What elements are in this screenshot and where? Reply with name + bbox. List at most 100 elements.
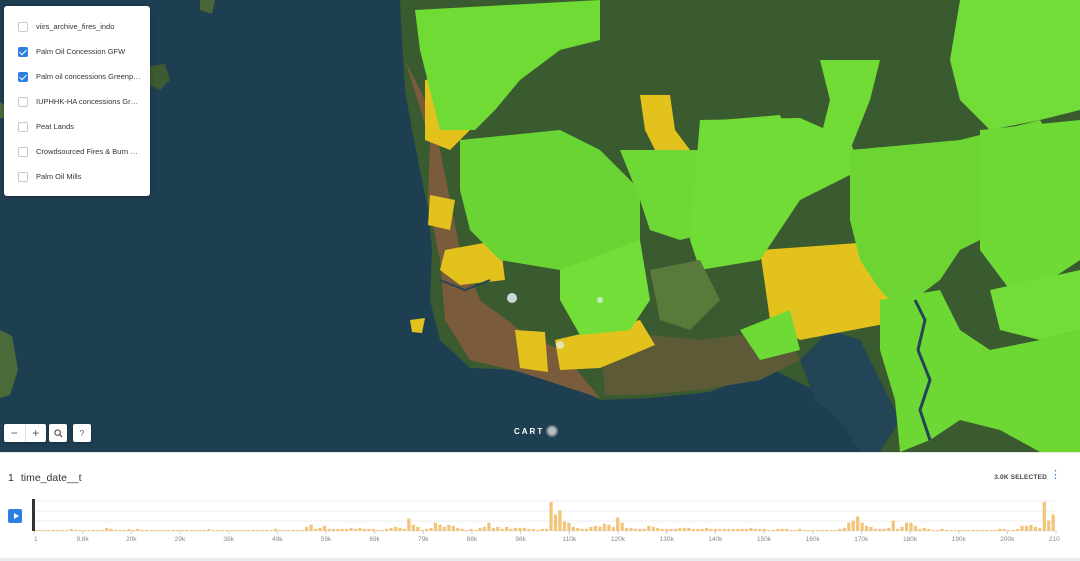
histogram-bar[interactable] xyxy=(887,527,891,531)
histogram-bar[interactable] xyxy=(816,529,820,531)
histogram-bar[interactable] xyxy=(944,529,949,531)
histogram-bar[interactable] xyxy=(967,529,971,531)
histogram-bar[interactable] xyxy=(1011,529,1015,531)
histogram-bar[interactable] xyxy=(136,528,140,531)
histogram-bar[interactable] xyxy=(762,528,766,531)
histogram-bar[interactable] xyxy=(256,529,260,531)
histogram-bar[interactable] xyxy=(411,524,415,531)
histogram-bar[interactable] xyxy=(984,529,989,531)
histogram-bar[interactable] xyxy=(69,528,73,531)
histogram-bar[interactable] xyxy=(469,528,473,531)
histogram-bar[interactable] xyxy=(936,529,940,531)
histogram-bar[interactable] xyxy=(904,522,909,531)
histogram-bar[interactable] xyxy=(500,528,504,531)
histogram-bar[interactable] xyxy=(780,528,784,531)
histogram-bar[interactable] xyxy=(442,526,447,531)
histogram-bar[interactable] xyxy=(824,529,829,531)
histogram-bar[interactable] xyxy=(242,529,247,531)
layer-checkbox[interactable] xyxy=(18,121,28,132)
histogram-bar[interactable] xyxy=(753,528,758,531)
histogram-bar[interactable] xyxy=(162,529,167,531)
histogram-bar[interactable] xyxy=(273,528,278,531)
histogram-bar[interactable] xyxy=(580,528,584,531)
histogram-bar[interactable] xyxy=(616,517,620,531)
histogram-bar[interactable] xyxy=(851,520,855,531)
histogram-bar[interactable] xyxy=(980,529,984,531)
histogram-bar[interactable] xyxy=(322,525,327,531)
histogram-bar[interactable] xyxy=(425,528,429,531)
histogram-bar[interactable] xyxy=(193,529,198,531)
histogram-bar[interactable] xyxy=(647,525,651,531)
histogram-bar[interactable] xyxy=(269,529,273,531)
histogram-bar[interactable] xyxy=(847,522,851,531)
histogram-bar[interactable] xyxy=(598,526,602,531)
histogram-bar[interactable] xyxy=(349,527,353,531)
zoom-in-button[interactable]: + xyxy=(26,424,47,442)
histogram-bar[interactable] xyxy=(225,529,229,531)
histogram-bar[interactable] xyxy=(291,529,295,531)
histogram-bar[interactable] xyxy=(220,529,224,531)
histogram-bar[interactable] xyxy=(393,526,398,531)
histogram-bar[interactable] xyxy=(651,526,655,531)
histogram-bar[interactable] xyxy=(211,529,215,531)
histogram-bar[interactable] xyxy=(607,524,611,531)
search-button[interactable] xyxy=(49,424,67,442)
histogram-bar[interactable] xyxy=(420,529,424,531)
histogram-bar[interactable] xyxy=(789,529,793,531)
histogram-bar[interactable] xyxy=(60,529,64,531)
histogram-bar[interactable] xyxy=(611,526,615,531)
histogram-bar[interactable] xyxy=(305,526,309,531)
histogram-bar[interactable] xyxy=(527,528,531,531)
histogram-bar[interactable] xyxy=(491,527,495,531)
histogram-bar[interactable] xyxy=(784,528,789,531)
histogram-bar[interactable] xyxy=(380,529,384,531)
histogram-bar[interactable] xyxy=(287,529,291,531)
layer-checkbox[interactable] xyxy=(18,71,28,82)
histogram-bar[interactable] xyxy=(682,527,686,531)
histogram-bar[interactable] xyxy=(913,525,918,531)
histogram-bar[interactable] xyxy=(180,529,184,531)
histogram-bar[interactable] xyxy=(56,529,60,531)
histogram-bar[interactable] xyxy=(416,526,420,531)
histogram-bar[interactable] xyxy=(473,529,478,531)
histogram-bar[interactable] xyxy=(896,528,900,531)
histogram-bar[interactable] xyxy=(962,529,966,531)
histogram-bar[interactable] xyxy=(398,527,402,531)
histogram-bar[interactable] xyxy=(744,528,749,531)
histogram-bar[interactable] xyxy=(433,522,438,531)
histogram-bar[interactable] xyxy=(918,528,922,531)
histogram-bar[interactable] xyxy=(367,528,371,531)
histogram-bar[interactable] xyxy=(638,528,642,531)
histogram-bar[interactable] xyxy=(96,529,100,531)
help-button[interactable]: ? xyxy=(73,424,91,442)
histogram-bar[interactable] xyxy=(669,528,673,531)
histogram-bar[interactable] xyxy=(1024,525,1029,531)
histogram-bar[interactable] xyxy=(522,527,527,531)
layer-palm-oil-concession-gfw[interactable]: Palm Oil Concession GFW xyxy=(4,39,150,64)
histogram-bar[interactable] xyxy=(558,510,562,531)
zoom-out-button[interactable]: − xyxy=(4,424,26,442)
layer-checkbox[interactable] xyxy=(18,46,28,57)
histogram-bar[interactable] xyxy=(727,528,731,531)
histogram-bar[interactable] xyxy=(927,528,931,531)
histogram-bar[interactable] xyxy=(656,527,660,531)
histogram-bar[interactable] xyxy=(940,528,944,531)
histogram-bar[interactable] xyxy=(976,529,980,531)
histogram-bar[interactable] xyxy=(998,528,1002,531)
histogram-bar[interactable] xyxy=(731,528,735,531)
histogram-bar[interactable] xyxy=(487,522,491,531)
histogram-bar[interactable] xyxy=(571,526,575,531)
histogram-bar[interactable] xyxy=(438,524,442,531)
histogram-bar[interactable] xyxy=(447,524,451,531)
histogram-bar[interactable] xyxy=(82,529,87,531)
histogram-bar[interactable] xyxy=(345,528,349,531)
histogram-bar[interactable] xyxy=(296,529,300,531)
histogram-bar[interactable] xyxy=(873,528,878,531)
histogram-bar[interactable] xyxy=(691,528,695,531)
histogram-bar[interactable] xyxy=(73,529,78,531)
histogram-bar[interactable] xyxy=(540,528,544,531)
histogram-bar[interactable] xyxy=(878,528,882,531)
layer-checkbox[interactable] xyxy=(18,21,28,32)
histogram-bar[interactable] xyxy=(1007,529,1011,531)
layer-iuphhk-ha-concessions[interactable]: IUPHHK-HA concessions Greenpeace xyxy=(4,89,150,114)
